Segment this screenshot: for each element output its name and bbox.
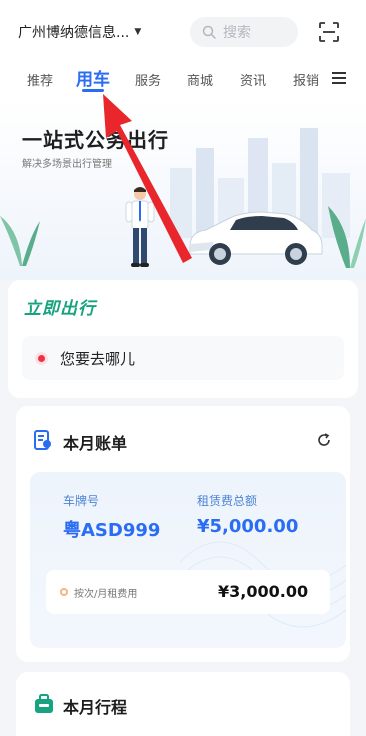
businessman-illustration: [125, 187, 155, 267]
fee-label: 按次/月租费用: [74, 589, 138, 600]
company-selector[interactable]: 广州博纳德信息... ▼: [18, 22, 141, 42]
fee-dot-icon: [60, 588, 68, 596]
total-label: 租赁费总额: [197, 494, 258, 508]
top-bar: 广州博纳德信息... ▼ 搜索: [0, 0, 366, 62]
trip-title: 本月行程: [63, 698, 128, 717]
fee-row[interactable]: 按次/月租费用 ¥3,000.00: [46, 570, 330, 614]
search-input[interactable]: 搜索: [190, 17, 298, 47]
tab-car[interactable]: 用车: [76, 65, 110, 90]
car-illustration: [189, 211, 323, 265]
tab-recommend[interactable]: 推荐: [27, 70, 53, 89]
hero-subtitle: 解决多场景出行管理: [22, 159, 112, 170]
bill-icon: [34, 430, 51, 450]
scan-icon[interactable]: [318, 21, 340, 43]
hero-banner[interactable]: 一站式公务出行 解决多场景出行管理: [0, 98, 366, 280]
total-value: ¥5,000.00: [197, 516, 299, 537]
bill-summary-panel: 车牌号 粤ASD999 租赁费总额 ¥5,000.00 按次/月租费用 ¥3,0…: [30, 472, 346, 648]
tab-news[interactable]: 资讯: [240, 70, 266, 89]
chevron-down-icon: ▼: [134, 27, 142, 37]
plant-left-illustration: [0, 216, 40, 266]
tab-mall[interactable]: 商城: [187, 70, 213, 89]
plant-right-illustration: [328, 206, 366, 268]
search-placeholder: 搜索: [223, 25, 251, 41]
tab-service[interactable]: 服务: [135, 70, 161, 89]
fee-value: ¥3,000.00: [218, 582, 309, 601]
company-name: 广州博纳德信息...: [18, 25, 130, 41]
tab-active-indicator: [82, 89, 104, 92]
hero-title: 一站式公务出行: [22, 128, 169, 152]
go-now-card: 立即出行 您要去哪儿: [8, 280, 358, 398]
monthly-bill-card: 本月账单 车牌号 粤ASD999 租赁费总额 ¥5,000.00 按次/月租费用…: [16, 406, 350, 662]
trip-icon: [35, 694, 53, 713]
destination-input[interactable]: 您要去哪儿: [22, 336, 344, 380]
destination-placeholder: 您要去哪儿: [60, 350, 136, 368]
search-icon: [202, 25, 216, 39]
monthly-trip-card[interactable]: 本月行程: [16, 672, 350, 736]
tab-reimburse[interactable]: 报销: [293, 70, 319, 89]
plate-label: 车牌号: [63, 494, 100, 508]
tab-bar: 推荐 用车 服务 商城 资讯 报销: [0, 62, 366, 98]
location-dot-icon: [38, 355, 45, 362]
go-now-title: 立即出行: [24, 299, 96, 319]
refresh-icon[interactable]: [317, 433, 331, 447]
bill-title: 本月账单: [63, 434, 128, 453]
plate-value: 粤ASD999: [63, 520, 161, 541]
menu-icon[interactable]: [331, 71, 347, 85]
